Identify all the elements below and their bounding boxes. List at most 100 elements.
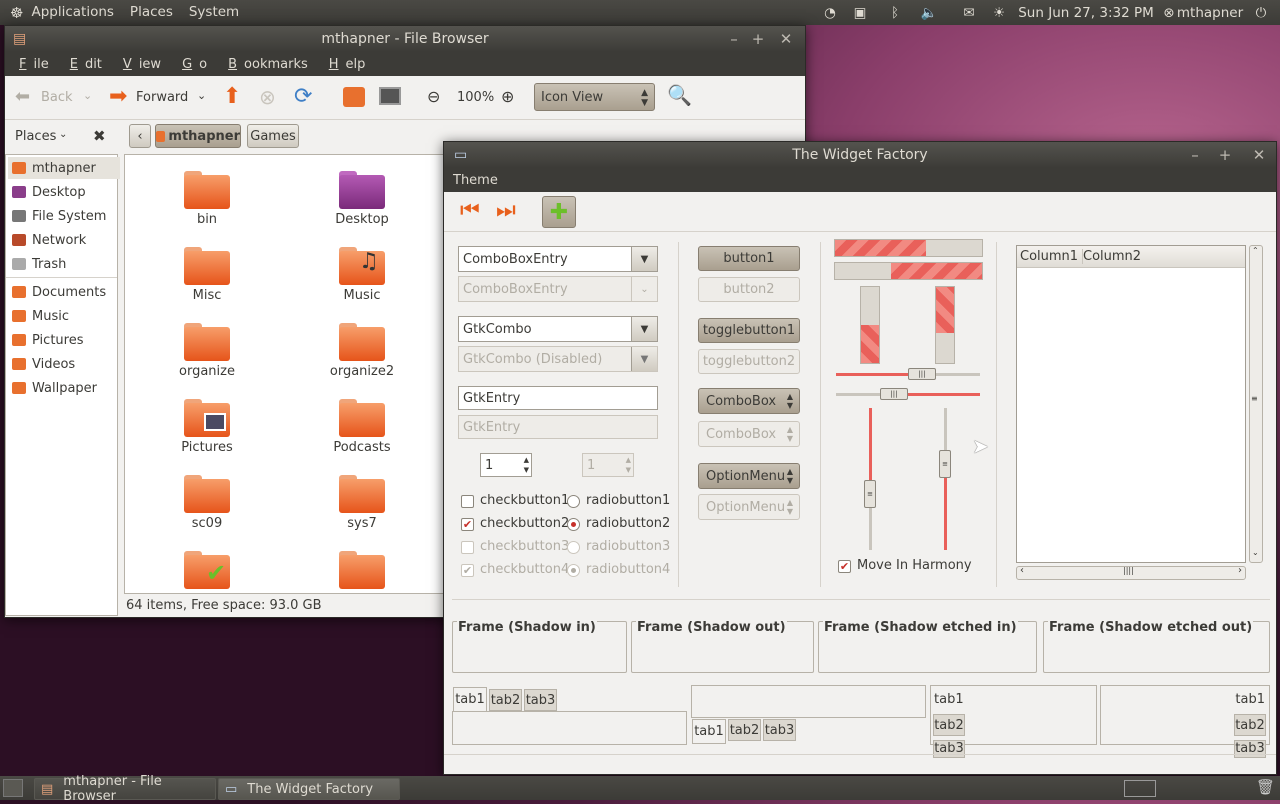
up-arrow-icon[interactable]: ⬆ — [223, 84, 241, 109]
spin-arrows-icon[interactable]: ▲ ▼ — [524, 455, 529, 475]
optionmenu[interactable]: OptionMenu ▲ ▼ — [698, 463, 800, 489]
file-item-misc[interactable]: Misc — [147, 247, 267, 303]
path-left-arrow-button[interactable]: ‹ — [129, 124, 151, 148]
file-item-podcasts[interactable]: Podcasts — [302, 399, 422, 455]
tree-column1-header[interactable]: Column1 — [1020, 249, 1084, 264]
tree-vertical-scrollbar[interactable]: ⌃ ≡ ⌄ — [1249, 245, 1263, 563]
checkbutton2-label[interactable]: checkbutton2 — [480, 516, 569, 531]
gtk-combo[interactable]: GtkCombo ▼ — [458, 316, 658, 342]
radiobutton1-circle[interactable] — [567, 495, 580, 508]
move-in-harmony-checkbox[interactable]: ✔ — [838, 560, 851, 573]
scroll-down-icon[interactable]: ⌄ — [1252, 548, 1259, 557]
hscale-1-thumb[interactable]: ||| — [908, 368, 936, 380]
sidebar-item-file-system[interactable]: File System — [8, 205, 120, 227]
combobox[interactable]: ComboBox ▲ ▼ — [698, 388, 800, 414]
sidebar-item-wallpaper[interactable]: Wallpaper — [8, 377, 120, 399]
menu-edit[interactable]: Edit — [56, 57, 109, 72]
sidebar-item-desktop[interactable]: Desktop — [8, 181, 120, 203]
file-item-pictures[interactable]: Pictures — [147, 399, 267, 455]
first-icon[interactable]: ⏮ — [460, 198, 480, 223]
places-chevron-icon[interactable]: ⌄ — [59, 129, 67, 140]
notebook-left-tab3[interactable]: tab3 — [933, 740, 965, 758]
taskbar-item-file-browser[interactable]: ▤ mthapner - File Browser — [34, 774, 216, 804]
clock[interactable]: Sun Jun 27, 3:32 PM — [1016, 0, 1156, 25]
spin-button[interactable]: 1 ▲ ▼ — [480, 453, 532, 477]
sidebar-item-network[interactable]: Network — [8, 229, 120, 251]
file-item-folder[interactable] — [302, 551, 422, 589]
maximize-button[interactable]: + — [747, 26, 769, 52]
file-item-bin[interactable]: bin — [147, 171, 267, 227]
radiobutton1-label[interactable]: radiobutton1 — [586, 493, 670, 508]
move-in-harmony-label[interactable]: Move In Harmony — [857, 558, 972, 573]
notebook-bottom-tab3[interactable]: tab3 — [763, 719, 796, 741]
file-item-checked-folder[interactable]: ✔ — [147, 551, 267, 589]
stop-icon[interactable]: ⊗ — [259, 85, 276, 109]
notebook-top-tab3[interactable]: tab3 — [524, 689, 557, 711]
chevron-down-icon[interactable]: ▼ — [631, 247, 657, 271]
maximize-button[interactable]: + — [1214, 142, 1236, 168]
radiobutton2-circle[interactable] — [567, 518, 580, 531]
file-item-desktop[interactable]: Desktop — [302, 171, 422, 227]
checkbutton2-box[interactable]: ✔ — [461, 518, 474, 531]
notebook-top-tab1[interactable]: tab1 — [453, 687, 487, 712]
file-browser-titlebar[interactable]: ▤ mthapner - File Browser – + ✕ — [5, 26, 805, 52]
reload-icon[interactable]: ⟳ — [294, 84, 312, 109]
system-menu[interactable]: System — [181, 0, 247, 25]
mail-icon[interactable]: ✉ — [958, 0, 980, 25]
close-button[interactable]: ✕ — [1248, 142, 1270, 168]
search-icon[interactable]: 🔍 — [667, 83, 692, 107]
file-item-sc09[interactable]: sc09 — [147, 475, 267, 531]
button1[interactable]: button1 — [698, 246, 800, 271]
view-mode-select[interactable]: Icon View ▲ ▼ — [534, 83, 655, 111]
zoom-out-icon[interactable]: ⊖ — [427, 87, 440, 106]
notebook-right-tab3[interactable]: tab3 — [1234, 740, 1266, 758]
forward-button[interactable]: Forward — [136, 90, 188, 105]
togglebutton1[interactable]: togglebutton1 — [698, 318, 800, 343]
menu-bookmarks[interactable]: Bookmarks — [214, 57, 315, 72]
wifi-icon[interactable]: ◔ — [820, 0, 840, 25]
ubuntu-logo-icon[interactable]: ☸ — [10, 4, 23, 22]
bluetooth-icon[interactable]: ᛒ — [885, 0, 905, 25]
sidebar-item-music[interactable]: Music — [8, 305, 120, 327]
notebook-left-tab1[interactable]: tab1 — [931, 688, 965, 710]
scroll-left-icon[interactable]: ‹ — [1020, 565, 1024, 576]
menu-help[interactable]: Help — [315, 57, 373, 72]
home-icon[interactable] — [343, 87, 365, 107]
places-dropdown[interactable]: Places — [15, 129, 56, 144]
scroll-right-icon[interactable]: › — [1238, 565, 1242, 576]
sidebar-item-documents[interactable]: Documents — [8, 281, 120, 303]
brightness-icon[interactable]: ☀ — [988, 0, 1010, 25]
path-button-mthapner[interactable]: mthapner — [155, 124, 241, 148]
applications-menu[interactable]: Applications — [23, 0, 121, 25]
places-menu[interactable]: Places — [122, 0, 181, 25]
computer-icon[interactable] — [379, 87, 401, 105]
radiobutton2-label[interactable]: radiobutton2 — [586, 516, 670, 531]
file-item-organize[interactable]: organize — [147, 323, 267, 379]
back-history-chevron-icon[interactable]: ⌄ — [83, 89, 92, 102]
sidebar-item-trash[interactable]: Trash — [8, 253, 120, 275]
show-desktop-icon[interactable] — [3, 779, 23, 797]
zoom-level[interactable]: 100% — [457, 90, 494, 105]
file-item-organize2[interactable]: organize2 — [302, 323, 422, 379]
workspace-switcher[interactable] — [1124, 780, 1156, 797]
add-button[interactable]: ✚ — [542, 196, 576, 228]
last-icon[interactable]: ⏭ — [496, 198, 516, 223]
vscale-2-thumb[interactable]: ≡ — [939, 450, 951, 478]
sidebar-item-pictures[interactable]: Pictures — [8, 329, 120, 351]
menu-theme[interactable]: Theme — [444, 173, 505, 188]
menu-file[interactable]: File — [5, 57, 56, 72]
path-button-games[interactable]: Games — [247, 124, 299, 148]
notebook-bottom-tab1[interactable]: tab1 — [692, 719, 726, 744]
sidebar-item-videos[interactable]: Videos — [8, 353, 120, 375]
minimize-button[interactable]: – — [1184, 142, 1206, 168]
forward-history-chevron-icon[interactable]: ⌄ — [197, 89, 206, 102]
file-item-sys7[interactable]: sys7 — [302, 475, 422, 531]
vscale-1-thumb[interactable]: ≡ — [864, 480, 876, 508]
sidebar-item-mthapner[interactable]: mthapner — [8, 157, 120, 179]
user-name[interactable]: mthapner — [1177, 0, 1243, 25]
tree-horizontal-scrollbar[interactable]: ‹ |||| › — [1016, 565, 1246, 580]
notebook-bottom-tab2[interactable]: tab2 — [728, 719, 761, 741]
zoom-in-icon[interactable]: ⊕ — [501, 87, 514, 106]
chevron-down-icon[interactable]: ▼ — [631, 317, 657, 341]
close-button[interactable]: ✕ — [775, 26, 797, 52]
